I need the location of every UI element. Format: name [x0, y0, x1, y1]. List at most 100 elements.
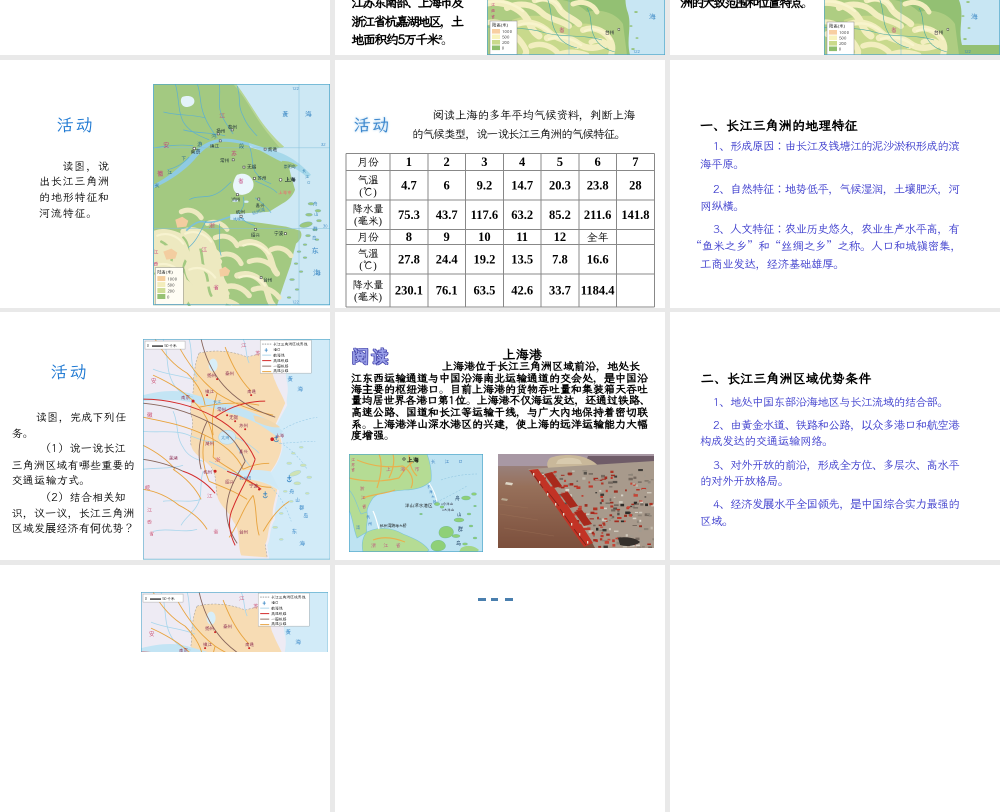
- svg-text:211.6: 211.6: [584, 208, 611, 222]
- svg-text:游: 游: [197, 141, 202, 148]
- svg-text:黄: 黄: [287, 375, 293, 383]
- svg-text:75.3: 75.3: [398, 208, 420, 222]
- svg-text:上 海 市: 上 海 市: [386, 467, 424, 473]
- svg-text:月份: 月份: [357, 231, 379, 245]
- svg-text:63.2: 63.2: [511, 208, 533, 222]
- svg-text:扬州: 扬州: [207, 372, 216, 379]
- svg-text:皖: 皖: [145, 484, 150, 491]
- svg-text:24.4: 24.4: [436, 252, 459, 266]
- svg-text:黄: 黄: [285, 628, 291, 636]
- svg-text:绍兴: 绍兴: [225, 478, 234, 485]
- svg-text:省: 省: [491, 14, 495, 20]
- svg-text:海: 海: [295, 638, 301, 646]
- svg-text:杭州: 杭州: [203, 469, 212, 475]
- svg-text:6: 6: [595, 155, 601, 169]
- svg-text:河: 河: [211, 134, 216, 140]
- svg-text:航海线: 航海线: [273, 354, 286, 359]
- svg-text:上海: 上海: [275, 433, 284, 439]
- svg-text:10: 10: [478, 230, 491, 244]
- svg-text:9: 9: [444, 230, 450, 244]
- svg-text:江: 江: [361, 495, 366, 501]
- svg-text:4.7: 4.7: [401, 178, 417, 192]
- svg-text:省: 省: [558, 26, 565, 34]
- svg-text:岛: 岛: [456, 540, 461, 547]
- svg-text:下: 下: [181, 156, 186, 162]
- svg-text:长江三角洲区域界线: 长江三角洲区域界线: [273, 342, 308, 348]
- svg-text:13.5: 13.5: [511, 252, 533, 266]
- svg-text:崇明岛: 崇明岛: [284, 163, 296, 170]
- svg-text:8: 8: [406, 230, 412, 244]
- svg-text:20.3: 20.3: [549, 178, 571, 192]
- svg-text:1: 1: [406, 155, 412, 169]
- svg-text:太湖: 太湖: [221, 434, 229, 441]
- svg-text:浙: 浙: [359, 486, 365, 492]
- svg-text:东: 东: [291, 527, 297, 535]
- svg-text:85.2: 85.2: [549, 208, 571, 222]
- svg-text:黄: 黄: [282, 110, 289, 119]
- svg-text:江: 江: [201, 246, 207, 254]
- svg-text:4: 4: [519, 155, 526, 169]
- svg-text:高速公路: 高速公路: [273, 368, 288, 374]
- svg-text:西: 西: [153, 262, 158, 268]
- svg-text:上海: 上海: [285, 175, 296, 183]
- svg-text:南京: 南京: [181, 394, 190, 401]
- svg-text:28: 28: [629, 178, 642, 192]
- svg-text:杭州湾跨海大桥: 杭州湾跨海大桥: [379, 523, 407, 529]
- svg-text:群: 群: [313, 226, 318, 233]
- svg-text:o小洋山: o小洋山: [441, 501, 454, 506]
- svg-text:台州: 台州: [239, 528, 248, 535]
- svg-text:芜湖: 芜湖: [169, 454, 178, 461]
- svg-text:1000: 1000: [167, 278, 178, 283]
- svg-text:泰州: 泰州: [228, 123, 238, 130]
- svg-text:港口: 港口: [273, 348, 281, 353]
- svg-text:无锡: 无锡: [247, 164, 257, 171]
- svg-text:12: 12: [554, 230, 567, 244]
- svg-text:陆高(米): 陆高(米): [492, 21, 509, 28]
- svg-text:苏州: 苏州: [239, 423, 248, 429]
- svg-text:长: 长: [302, 169, 306, 174]
- svg-text:无锡: 无锡: [229, 414, 238, 421]
- svg-text:76.1: 76.1: [436, 284, 458, 298]
- svg-text:苏: 苏: [230, 150, 237, 158]
- svg-text:2: 2: [444, 155, 450, 169]
- svg-text:湖州: 湖州: [205, 441, 214, 447]
- svg-text:江: 江: [239, 594, 245, 602]
- svg-text:上海: 上海: [406, 456, 419, 464]
- svg-text:安: 安: [149, 630, 155, 638]
- svg-text:33.7: 33.7: [549, 284, 571, 298]
- svg-text:高速铁路: 高速铁路: [271, 611, 286, 617]
- svg-text:5: 5: [557, 155, 563, 169]
- svg-text:省: 省: [212, 284, 219, 292]
- svg-text:舟: 舟: [455, 495, 460, 502]
- svg-text:海: 海: [299, 539, 305, 547]
- svg-text:桥: 桥: [433, 499, 437, 505]
- svg-text:省: 省: [149, 530, 154, 537]
- svg-text:11: 11: [516, 230, 528, 244]
- svg-text:群: 群: [299, 504, 304, 511]
- svg-text:嘉兴: 嘉兴: [239, 448, 248, 455]
- svg-text:海: 海: [313, 269, 322, 279]
- svg-text:航海线: 航海线: [271, 607, 284, 612]
- svg-text:省: 省: [362, 504, 367, 510]
- svg-text:3: 3: [481, 155, 487, 169]
- svg-text:浙: 浙: [209, 222, 215, 230]
- svg-text:高速公路: 高速公路: [271, 621, 286, 627]
- svg-text:泰州: 泰州: [223, 623, 232, 630]
- svg-text:泰州: 泰州: [225, 370, 234, 377]
- svg-text:42.6: 42.6: [511, 284, 533, 298]
- svg-text:岛: 岛: [303, 512, 308, 519]
- svg-text:南通: 南通: [247, 389, 256, 395]
- svg-text:江: 江: [241, 341, 247, 349]
- svg-text:常州: 常州: [220, 157, 230, 164]
- svg-text:镇江: 镇江: [210, 143, 220, 149]
- svg-text:台州: 台州: [263, 277, 273, 284]
- svg-text:宁波: 宁波: [274, 230, 284, 237]
- svg-text:海: 海: [297, 385, 303, 393]
- svg-text:省: 省: [890, 26, 897, 34]
- svg-text:段: 段: [239, 143, 244, 150]
- svg-text:50千米: 50千米: [164, 344, 177, 349]
- svg-text:63.5: 63.5: [473, 284, 495, 298]
- svg-text:西: 西: [147, 519, 152, 525]
- svg-text:高速铁路: 高速铁路: [273, 358, 288, 364]
- svg-text:台州: 台州: [934, 29, 944, 36]
